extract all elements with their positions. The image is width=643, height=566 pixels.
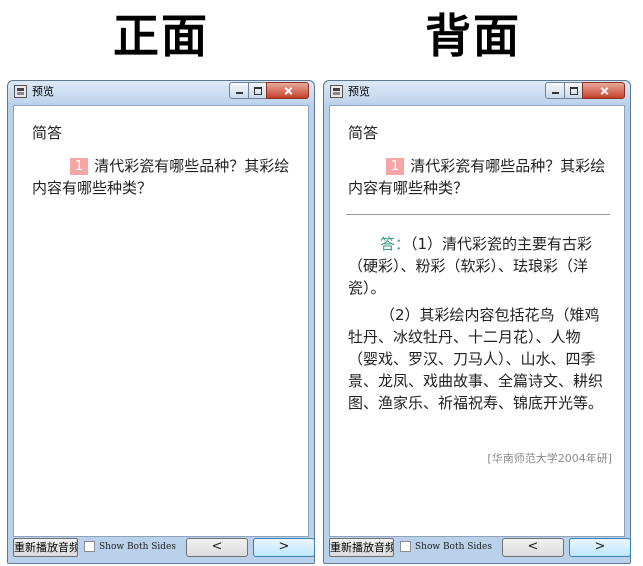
question-type-label: 简答 [32,124,63,142]
minimize-button[interactable] [229,82,249,99]
show-both-sides-checkbox[interactable] [400,541,411,552]
source-citation: [华南师范大学2004年研] [487,452,612,465]
back-preview-window: 预览 简答 1 清代彩瓷有哪些品种？其彩绘内容有哪些种类？ 答：（1）清代彩瓷的主… [323,80,631,564]
question-number-badge: 1 [386,158,405,175]
question-number-badge: 1 [70,158,89,175]
bottom-toolbar: 重新播放音频 Show Both Sides < > [329,537,631,559]
window-title: 预览 [32,85,54,98]
preview-app-icon [14,85,27,98]
preview-app-icon [330,85,343,98]
close-button[interactable] [266,82,309,99]
replay-audio-button[interactable]: 重新播放音频 [329,538,394,557]
title-bar[interactable]: 预览 [8,81,314,103]
answer-label: 答： [380,235,411,253]
bottom-toolbar: 重新播放音频 Show Both Sides < > [13,537,315,559]
maximize-button[interactable] [248,82,267,99]
title-bar[interactable]: 预览 [324,81,630,103]
show-both-sides-label[interactable]: Show Both Sides [415,540,492,554]
question-text: 1 清代彩瓷有哪些品种？其彩绘内容有哪些种类？ [32,155,294,199]
question-text: 1 清代彩瓷有哪些品种？其彩绘内容有哪些种类？ [348,155,610,199]
card-content: 简答 1 清代彩瓷有哪些品种？其彩绘内容有哪些种类？ 答：（1）清代彩瓷的主要有古… [329,105,625,537]
next-button[interactable]: > [569,538,631,557]
card-content: 简答 1 清代彩瓷有哪些品种？其彩绘内容有哪些种类？ [13,105,309,537]
close-button[interactable] [582,82,625,99]
minimize-button[interactable] [545,82,565,99]
next-button[interactable]: > [253,538,315,557]
previous-button[interactable]: < [502,538,564,557]
answer-paragraph-1: 答：（1）清代彩瓷的主要有古彩（硬彩）、粉彩（软彩）、珐琅彩（洋瓷）。 [348,233,610,299]
chevron-left-icon: < [211,539,223,554]
maximize-button[interactable] [564,82,583,99]
chevron-right-icon: > [278,539,290,554]
show-both-sides-label[interactable]: Show Both Sides [99,540,176,554]
replay-audio-button[interactable]: 重新播放音频 [13,538,78,557]
answer-divider [346,214,610,215]
previous-button[interactable]: < [186,538,248,557]
front-heading: 正面 [113,9,209,63]
question-type-label: 简答 [348,124,379,142]
front-preview-window: 预览 简答 1 清代彩瓷有哪些品种？其彩绘内容有哪些种类？ 重新播放音频 Show… [7,80,315,564]
chevron-right-icon: > [594,539,606,554]
answer-part-2: （2）其彩绘内容包括花鸟（雉鸡牡丹、冰纹牡丹、十二月花）、人物（婴戏、罗汉、刀马… [348,306,604,412]
show-both-sides-checkbox[interactable] [84,541,95,552]
back-heading: 背面 [425,9,521,63]
answer-paragraph-2: （2）其彩绘内容包括花鸟（雉鸡牡丹、冰纹牡丹、十二月花）、人物（婴戏、罗汉、刀马… [348,304,610,414]
window-title: 预览 [348,85,370,98]
chevron-left-icon: < [527,539,539,554]
